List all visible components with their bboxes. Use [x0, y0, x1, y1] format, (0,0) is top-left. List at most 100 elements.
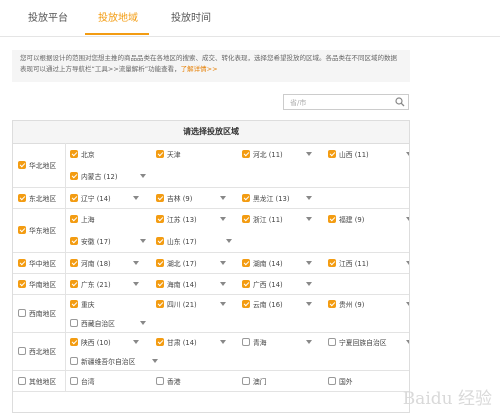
chevron-down-icon[interactable] — [306, 281, 312, 286]
chevron-down-icon[interactable] — [133, 339, 139, 344]
province-item[interactable]: 辽宁 (14) — [70, 193, 111, 203]
region-label[interactable]: 其他地区 — [13, 370, 66, 391]
province-checkbox[interactable] — [242, 150, 250, 158]
region-label[interactable]: 东北地区 — [13, 187, 66, 208]
chevron-down-icon[interactable] — [220, 217, 226, 221]
chevron-down-icon[interactable] — [306, 217, 312, 221]
region-checkbox[interactable] — [18, 226, 26, 234]
chevron-down-icon[interactable] — [306, 195, 312, 200]
province-checkbox[interactable] — [70, 337, 78, 346]
province-checkbox[interactable] — [70, 150, 78, 158]
province-checkbox[interactable] — [70, 172, 78, 180]
province-item[interactable]: 香港 — [156, 376, 181, 386]
chevron-down-icon[interactable] — [306, 260, 312, 265]
chevron-down-icon[interactable] — [220, 195, 226, 200]
province-checkbox[interactable] — [328, 337, 336, 346]
province-checkbox[interactable] — [70, 318, 78, 327]
chevron-down-icon[interactable] — [306, 301, 312, 306]
chevron-down-icon[interactable] — [140, 239, 146, 243]
region-label[interactable]: 华南地区 — [13, 273, 66, 294]
province-item[interactable]: 西藏自治区 — [70, 318, 115, 328]
region-label[interactable]: 华中地区 — [13, 252, 66, 273]
province-item[interactable]: 贵州 (9) — [328, 299, 364, 309]
province-item[interactable]: 山东 (17) — [156, 236, 197, 246]
province-item[interactable]: 江西 (11) — [328, 258, 369, 268]
province-item[interactable]: 湖北 (17) — [156, 258, 197, 268]
province-item[interactable]: 江苏 (13) — [156, 214, 197, 224]
province-checkbox[interactable] — [328, 215, 336, 223]
chevron-down-icon[interactable] — [152, 358, 158, 363]
province-checkbox[interactable] — [156, 237, 164, 245]
province-item[interactable]: 福建 (9) — [328, 214, 364, 224]
province-item[interactable]: 山西 (11) — [328, 149, 369, 159]
chevron-down-icon[interactable] — [220, 301, 226, 306]
province-item[interactable]: 新疆维吾尔自治区 — [70, 356, 135, 366]
chevron-down-icon[interactable] — [133, 281, 139, 286]
province-item[interactable]: 四川 (21) — [156, 299, 197, 309]
province-checkbox[interactable] — [156, 150, 164, 158]
province-item[interactable]: 澳门 — [242, 376, 267, 386]
province-item[interactable]: 重庆 — [70, 299, 95, 309]
province-checkbox[interactable] — [242, 376, 250, 385]
province-item[interactable]: 海南 (14) — [156, 279, 197, 289]
province-checkbox[interactable] — [70, 193, 78, 202]
region-checkbox[interactable] — [18, 161, 26, 169]
chevron-down-icon[interactable] — [226, 239, 232, 243]
region-checkbox[interactable] — [18, 309, 26, 317]
province-item[interactable]: 浙江 (11) — [242, 214, 283, 224]
province-item[interactable]: 上海 — [70, 214, 95, 224]
province-checkbox[interactable] — [156, 279, 164, 288]
province-checkbox[interactable] — [70, 215, 78, 223]
region-checkbox[interactable] — [18, 193, 26, 202]
province-checkbox[interactable] — [156, 337, 164, 346]
province-item[interactable]: 天津 — [156, 149, 181, 159]
chevron-down-icon[interactable] — [220, 260, 226, 265]
region-label[interactable]: 西北地区 — [13, 332, 66, 370]
chevron-down-icon[interactable] — [306, 152, 312, 156]
province-checkbox[interactable] — [328, 258, 336, 267]
province-checkbox[interactable] — [242, 215, 250, 223]
province-item[interactable]: 广东 (21) — [70, 279, 111, 289]
tab-time[interactable]: 投放时间 — [171, 9, 211, 24]
province-item[interactable]: 广西 (14) — [242, 279, 283, 289]
chevron-down-icon[interactable] — [220, 339, 226, 344]
province-item[interactable]: 宁夏回族自治区 — [328, 337, 387, 347]
province-item[interactable]: 国外 — [328, 376, 353, 386]
province-search-input[interactable]: 省/市 — [283, 94, 409, 110]
region-label[interactable]: 华北地区 — [13, 143, 66, 187]
province-item[interactable]: 吉林 (9) — [156, 193, 192, 203]
province-item[interactable]: 云南 (16) — [242, 299, 283, 309]
region-checkbox[interactable] — [18, 347, 26, 355]
province-checkbox[interactable] — [156, 258, 164, 267]
chevron-down-icon[interactable] — [140, 320, 146, 325]
chevron-down-icon[interactable] — [406, 260, 409, 265]
region-label[interactable]: 西南地区 — [13, 294, 66, 332]
province-checkbox[interactable] — [242, 337, 250, 346]
chevron-down-icon[interactable] — [406, 217, 409, 221]
region-checkbox[interactable] — [18, 376, 26, 385]
chevron-down-icon[interactable] — [306, 339, 312, 344]
tab-region[interactable]: 投放地域 — [98, 9, 138, 24]
province-checkbox[interactable] — [156, 376, 164, 385]
province-item[interactable]: 安徽 (17) — [70, 236, 111, 246]
province-checkbox[interactable] — [70, 258, 78, 267]
province-item[interactable]: 内蒙古 (12) — [70, 171, 118, 181]
province-checkbox[interactable] — [242, 299, 250, 308]
tab-platform[interactable]: 投放平台 — [28, 9, 68, 24]
region-checkbox[interactable] — [18, 279, 26, 288]
province-checkbox[interactable] — [156, 193, 164, 202]
province-item[interactable]: 河北 (11) — [242, 149, 283, 159]
learn-more-link[interactable]: 了解详情>> — [181, 65, 218, 73]
province-checkbox[interactable] — [242, 279, 250, 288]
region-label[interactable]: 华东地区 — [13, 208, 66, 252]
province-checkbox[interactable] — [156, 299, 164, 308]
province-checkbox[interactable] — [70, 237, 78, 245]
province-checkbox[interactable] — [328, 376, 336, 385]
province-item[interactable]: 青海 — [242, 337, 267, 347]
province-item[interactable]: 河南 (18) — [70, 258, 111, 268]
province-checkbox[interactable] — [70, 376, 78, 385]
chevron-down-icon[interactable] — [406, 339, 409, 344]
province-checkbox[interactable] — [242, 193, 250, 202]
chevron-down-icon[interactable] — [140, 174, 146, 178]
province-item[interactable]: 台湾 — [70, 376, 95, 386]
